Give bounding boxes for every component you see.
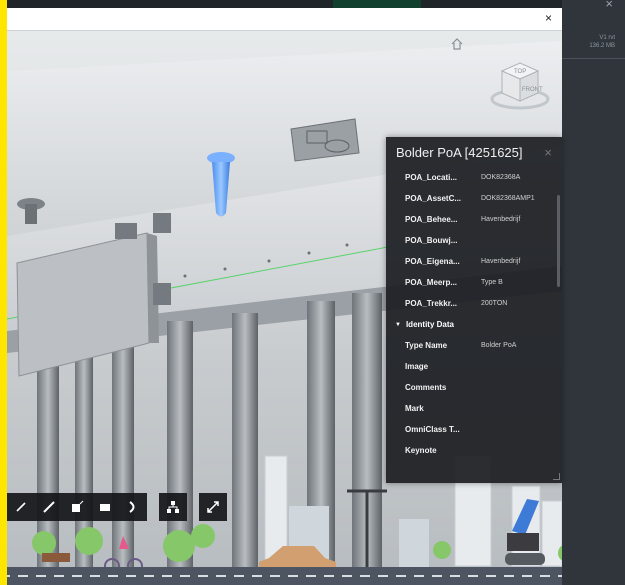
property-row[interactable]: Image [386, 356, 562, 377]
property-value: Type B [481, 279, 503, 286]
property-key: POA_AssetC... [405, 194, 462, 203]
property-key: Image [405, 362, 429, 371]
explode-icon[interactable] [91, 493, 119, 521]
property-key: POA_Bouwj... [405, 236, 458, 245]
top-header-bar [7, 0, 625, 8]
header-accent-block [333, 0, 421, 8]
resize-grip-icon[interactable] [553, 473, 560, 480]
property-row[interactable]: Keynote [386, 440, 562, 461]
property-row[interactable]: POA_Locati... DOK82368A [386, 167, 562, 188]
property-value: Havenbedrijf [481, 216, 521, 223]
orbit-icon[interactable] [7, 493, 35, 521]
section-label: Identity Data [405, 320, 454, 329]
property-key: OmniClass T... [405, 425, 460, 434]
file-meta: V1 rvt 136.2 MB [589, 34, 615, 50]
property-key: Mark [405, 404, 424, 413]
property-row[interactable]: OmniClass T... [386, 419, 562, 440]
home-icon[interactable] [450, 37, 468, 55]
property-row[interactable]: Type Name Bolder PoA [386, 335, 562, 356]
toolbar-gap [187, 493, 199, 521]
property-value: 200TON [481, 300, 508, 307]
properties-title: Bolder PoA [4251625] [396, 144, 523, 160]
property-row[interactable]: Comments [386, 377, 562, 398]
property-row[interactable]: POA_Behee... Havenbedrijf [386, 209, 562, 230]
properties-header: Bolder PoA [4251625] × [386, 137, 562, 167]
section-identity-data[interactable]: ▼ Identity Data [386, 314, 562, 335]
properties-scrollbar[interactable] [557, 195, 560, 287]
property-key: POA_Locati... [405, 173, 458, 182]
property-key: POA_Trekkr... [405, 299, 458, 308]
fullscreen-icon[interactable] [199, 493, 227, 521]
file-size: 136.2 MB [589, 43, 615, 49]
file-version: V1 rvt [599, 35, 615, 41]
viewcube[interactable]: TOP FRONT [490, 53, 550, 113]
property-row[interactable]: POA_Bouwj... [386, 230, 562, 251]
lane-marking [7, 575, 562, 577]
model-browser-icon[interactable] [119, 493, 147, 521]
viewcube-front-label: FRONT [522, 87, 543, 93]
panel-close-icon[interactable]: × [605, 0, 613, 11]
settings-icon[interactable] [159, 493, 187, 521]
properties-panel[interactable]: Bolder PoA [4251625] × POA_Locati... DOK8… [386, 137, 562, 483]
property-value: Havenbedrijf [481, 258, 521, 265]
property-key: Comments [405, 383, 447, 392]
property-value: DOK82368AMP1 [481, 195, 535, 202]
property-row[interactable]: POA_Meerp... Type B [386, 272, 562, 293]
viewer-toolbar [7, 491, 270, 523]
viewcube-top-label: TOP [514, 69, 526, 75]
property-key: POA_Behee... [405, 215, 458, 224]
identity-rows: Type Name Bolder PoA Image Comments Mark … [386, 335, 562, 461]
right-side-panel: × V1 rvt 136.2 MB [562, 0, 625, 585]
property-key: Type Name [405, 341, 448, 350]
property-value: DOK82368A [481, 174, 521, 181]
panel-divider [562, 58, 625, 59]
toolbar-gap [147, 493, 159, 521]
property-row[interactable]: POA_Trekkr... 200TON [386, 293, 562, 314]
dialog-close-button[interactable]: × [545, 11, 552, 25]
properties-close-icon[interactable]: × [544, 145, 552, 160]
property-row[interactable]: POA_Eigena... Havenbedrijf [386, 251, 562, 272]
section-icon[interactable] [63, 493, 91, 521]
property-row[interactable]: POA_AssetC... DOK82368AMP1 [386, 188, 562, 209]
collapse-triangle-icon: ▼ [395, 321, 401, 328]
property-key: POA_Meerp... [405, 278, 458, 287]
road-strip [7, 567, 562, 585]
property-value: Bolder PoA [481, 342, 517, 349]
property-key: POA_Eigena... [405, 257, 460, 266]
measure-icon[interactable] [35, 493, 63, 521]
yellow-edge-strip [0, 0, 7, 585]
property-rows: POA_Locati... DOK82368A POA_AssetC... DOK8… [386, 167, 562, 314]
property-row[interactable]: Mark [386, 398, 562, 419]
property-key: Keynote [405, 446, 437, 455]
viewer-dialog-header: × [7, 8, 562, 31]
